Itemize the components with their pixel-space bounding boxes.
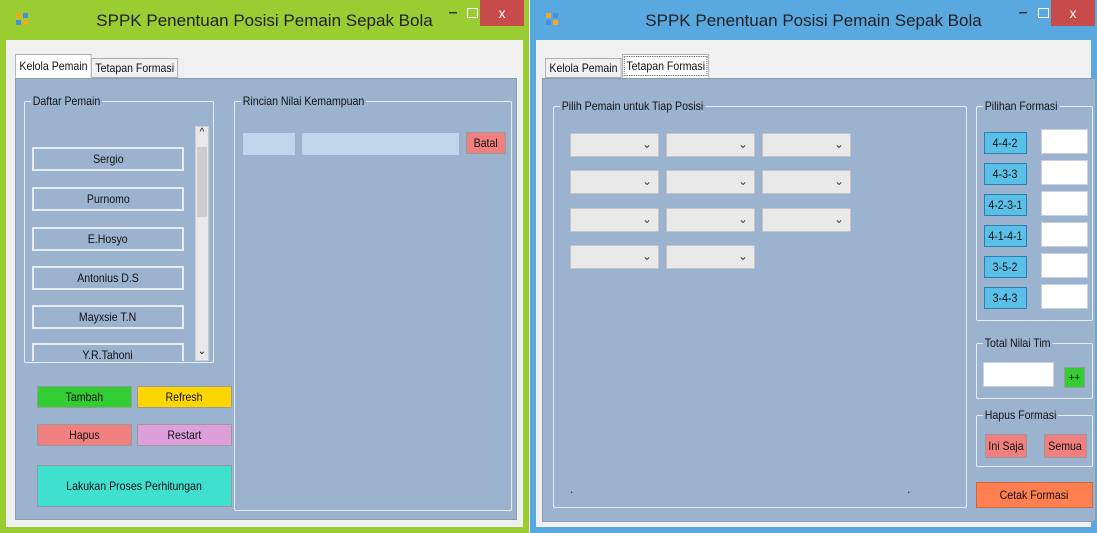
- chevron-down-icon: ⌄: [833, 212, 844, 226]
- player-name-field[interactable]: [302, 133, 459, 155]
- position-combo[interactable]: ⌄: [666, 170, 755, 194]
- rincian-nilai-label: Rincian Nilai Kemampuan: [241, 94, 367, 108]
- tetapan-formasi-window: SPPK Penentuan Posisi Pemain Sepak Bola …: [530, 0, 1097, 533]
- chevron-down-icon: ⌄: [641, 137, 652, 151]
- position-combo[interactable]: ⌄: [666, 245, 755, 269]
- formasi-4-2-3-1-button[interactable]: 4-2-3-1: [984, 194, 1027, 216]
- chevron-down-icon: ⌄: [833, 174, 844, 188]
- close-button[interactable]: x: [1051, 0, 1095, 26]
- scroll-down-icon[interactable]: ⌄: [196, 346, 208, 358]
- total-nilai-label: Total Nilai Tim: [983, 336, 1053, 350]
- tab-kelola-pemain[interactable]: Kelola Pemain: [545, 58, 622, 78]
- chevron-down-icon: ⌄: [737, 212, 748, 226]
- kelola-pemain-panel: Daftar Pemain Sergio Purnomo E.Hosyo Ant…: [15, 78, 517, 520]
- daftar-pemain-label: Daftar Pemain: [31, 94, 103, 108]
- formasi-4-3-3-button[interactable]: 4-3-3: [984, 163, 1027, 185]
- chevron-down-icon: ⌄: [833, 137, 844, 151]
- formasi-4-3-3-value[interactable]: [1041, 160, 1088, 185]
- formasi-4-4-2-button[interactable]: 4-4-2: [984, 132, 1027, 154]
- player-list-item[interactable]: Purnomo: [32, 187, 184, 211]
- chevron-down-icon: ⌄: [737, 174, 748, 188]
- formasi-3-4-3-value[interactable]: [1041, 284, 1088, 309]
- formasi-3-5-2-button[interactable]: 3-5-2: [984, 256, 1027, 278]
- proses-perhitungan-button[interactable]: Lakukan Proses Perhitungan: [37, 465, 232, 507]
- position-combo[interactable]: ⌄: [570, 170, 659, 194]
- position-combo[interactable]: ⌄: [570, 133, 659, 157]
- pilihan-formasi-group: Pilihan Formasi 4-4-2 4-3-3 4-2-3-1 4-1-…: [976, 99, 1093, 321]
- hapus-button[interactable]: Hapus: [37, 424, 132, 446]
- daftar-pemain-group: Daftar Pemain Sergio Purnomo E.Hosyo Ant…: [24, 94, 214, 363]
- pilih-pemain-group: Pilih Pemain untuk Tiap Posisi ⌄ ⌄ ⌄ ⌄ ⌄…: [553, 99, 967, 508]
- pilihan-formasi-label: Pilihan Formasi: [983, 99, 1060, 113]
- chevron-down-icon: ⌄: [737, 137, 748, 151]
- chevron-down-icon: ⌄: [737, 249, 748, 263]
- formasi-4-4-2-value[interactable]: [1041, 129, 1088, 154]
- formasi-3-5-2-value[interactable]: [1041, 253, 1088, 278]
- total-nilai-field[interactable]: [983, 362, 1054, 387]
- formasi-3-4-3-button[interactable]: 3-4-3: [984, 287, 1027, 309]
- tetapan-formasi-panel: Pilih Pemain untuk Tiap Posisi ⌄ ⌄ ⌄ ⌄ ⌄…: [542, 78, 1096, 522]
- formasi-4-1-4-1-button[interactable]: 4-1-4-1: [984, 225, 1027, 247]
- title-bar[interactable]: SPPK Penentuan Posisi Pemain Sepak Bola …: [6, 0, 524, 40]
- position-combo[interactable]: ⌄: [762, 170, 851, 194]
- chevron-down-icon: ⌄: [641, 249, 652, 263]
- total-nilai-group: Total Nilai Tim ++: [976, 336, 1093, 399]
- hapus-formasi-label: Hapus Formasi: [983, 408, 1059, 422]
- formasi-4-1-4-1-value[interactable]: [1041, 222, 1088, 247]
- player-list-item[interactable]: Antonius D.S: [32, 266, 184, 290]
- player-id-field[interactable]: [243, 133, 295, 155]
- hapus-formasi-group: Hapus Formasi Ini Saja Semua: [976, 408, 1093, 467]
- restart-button[interactable]: Restart: [137, 424, 232, 446]
- tab-kelola-pemain[interactable]: Kelola Pemain: [15, 54, 92, 78]
- chevron-down-icon: ⌄: [641, 212, 652, 226]
- scroll-up-icon[interactable]: ^: [196, 127, 208, 141]
- close-button[interactable]: x: [480, 0, 524, 26]
- tambah-button[interactable]: Tambah: [37, 386, 132, 408]
- pilih-pemain-label: Pilih Pemain untuk Tiap Posisi: [560, 99, 705, 113]
- maximize-button[interactable]: [1038, 8, 1049, 18]
- minimize-button[interactable]: –: [1012, 4, 1034, 28]
- semua-button[interactable]: Semua: [1044, 434, 1087, 458]
- player-list-item[interactable]: E.Hosyo: [32, 227, 184, 251]
- title-bar[interactable]: SPPK Penentuan Posisi Pemain Sepak Bola …: [536, 0, 1095, 40]
- rincian-nilai-group: Rincian Nilai Kemampuan Batal: [234, 94, 512, 511]
- maximize-button[interactable]: [467, 8, 478, 18]
- hitung-total-button[interactable]: ++: [1064, 367, 1085, 388]
- position-combo[interactable]: ⌄: [570, 245, 659, 269]
- position-combo[interactable]: ⌄: [570, 208, 659, 232]
- position-combo[interactable]: ⌄: [762, 133, 851, 157]
- batal-button[interactable]: Batal: [466, 132, 506, 154]
- kelola-pemain-window: SPPK Penentuan Posisi Pemain Sepak Bola …: [0, 0, 529, 533]
- ini-saja-button[interactable]: Ini Saja: [985, 434, 1027, 458]
- formasi-4-2-3-1-value[interactable]: [1041, 191, 1088, 216]
- field-marker: .: [907, 482, 911, 496]
- player-list-item[interactable]: Y.R.Tahoni: [32, 343, 184, 362]
- minimize-button[interactable]: –: [442, 4, 464, 28]
- chevron-down-icon: ⌄: [641, 174, 652, 188]
- tab-tetapan-formasi[interactable]: Tetapan Formasi: [622, 54, 710, 78]
- tab-tetapan-formasi[interactable]: Tetapan Formasi: [91, 58, 179, 78]
- player-list-item[interactable]: Mayxsie T.N: [32, 305, 184, 329]
- position-combo[interactable]: ⌄: [666, 208, 755, 232]
- refresh-button[interactable]: Refresh: [137, 386, 232, 408]
- scroll-thumb[interactable]: [197, 147, 207, 217]
- position-combo[interactable]: ⌄: [666, 133, 755, 157]
- position-combo[interactable]: ⌄: [762, 208, 851, 232]
- cetak-formasi-button[interactable]: Cetak Formasi: [976, 482, 1093, 508]
- field-marker: .: [570, 482, 574, 496]
- window-title: SPPK Penentuan Posisi Pemain Sepak Bola: [645, 11, 982, 30]
- player-list-scrollbar[interactable]: ^ ⌄: [195, 126, 209, 361]
- player-list-item[interactable]: Sergio: [32, 147, 184, 171]
